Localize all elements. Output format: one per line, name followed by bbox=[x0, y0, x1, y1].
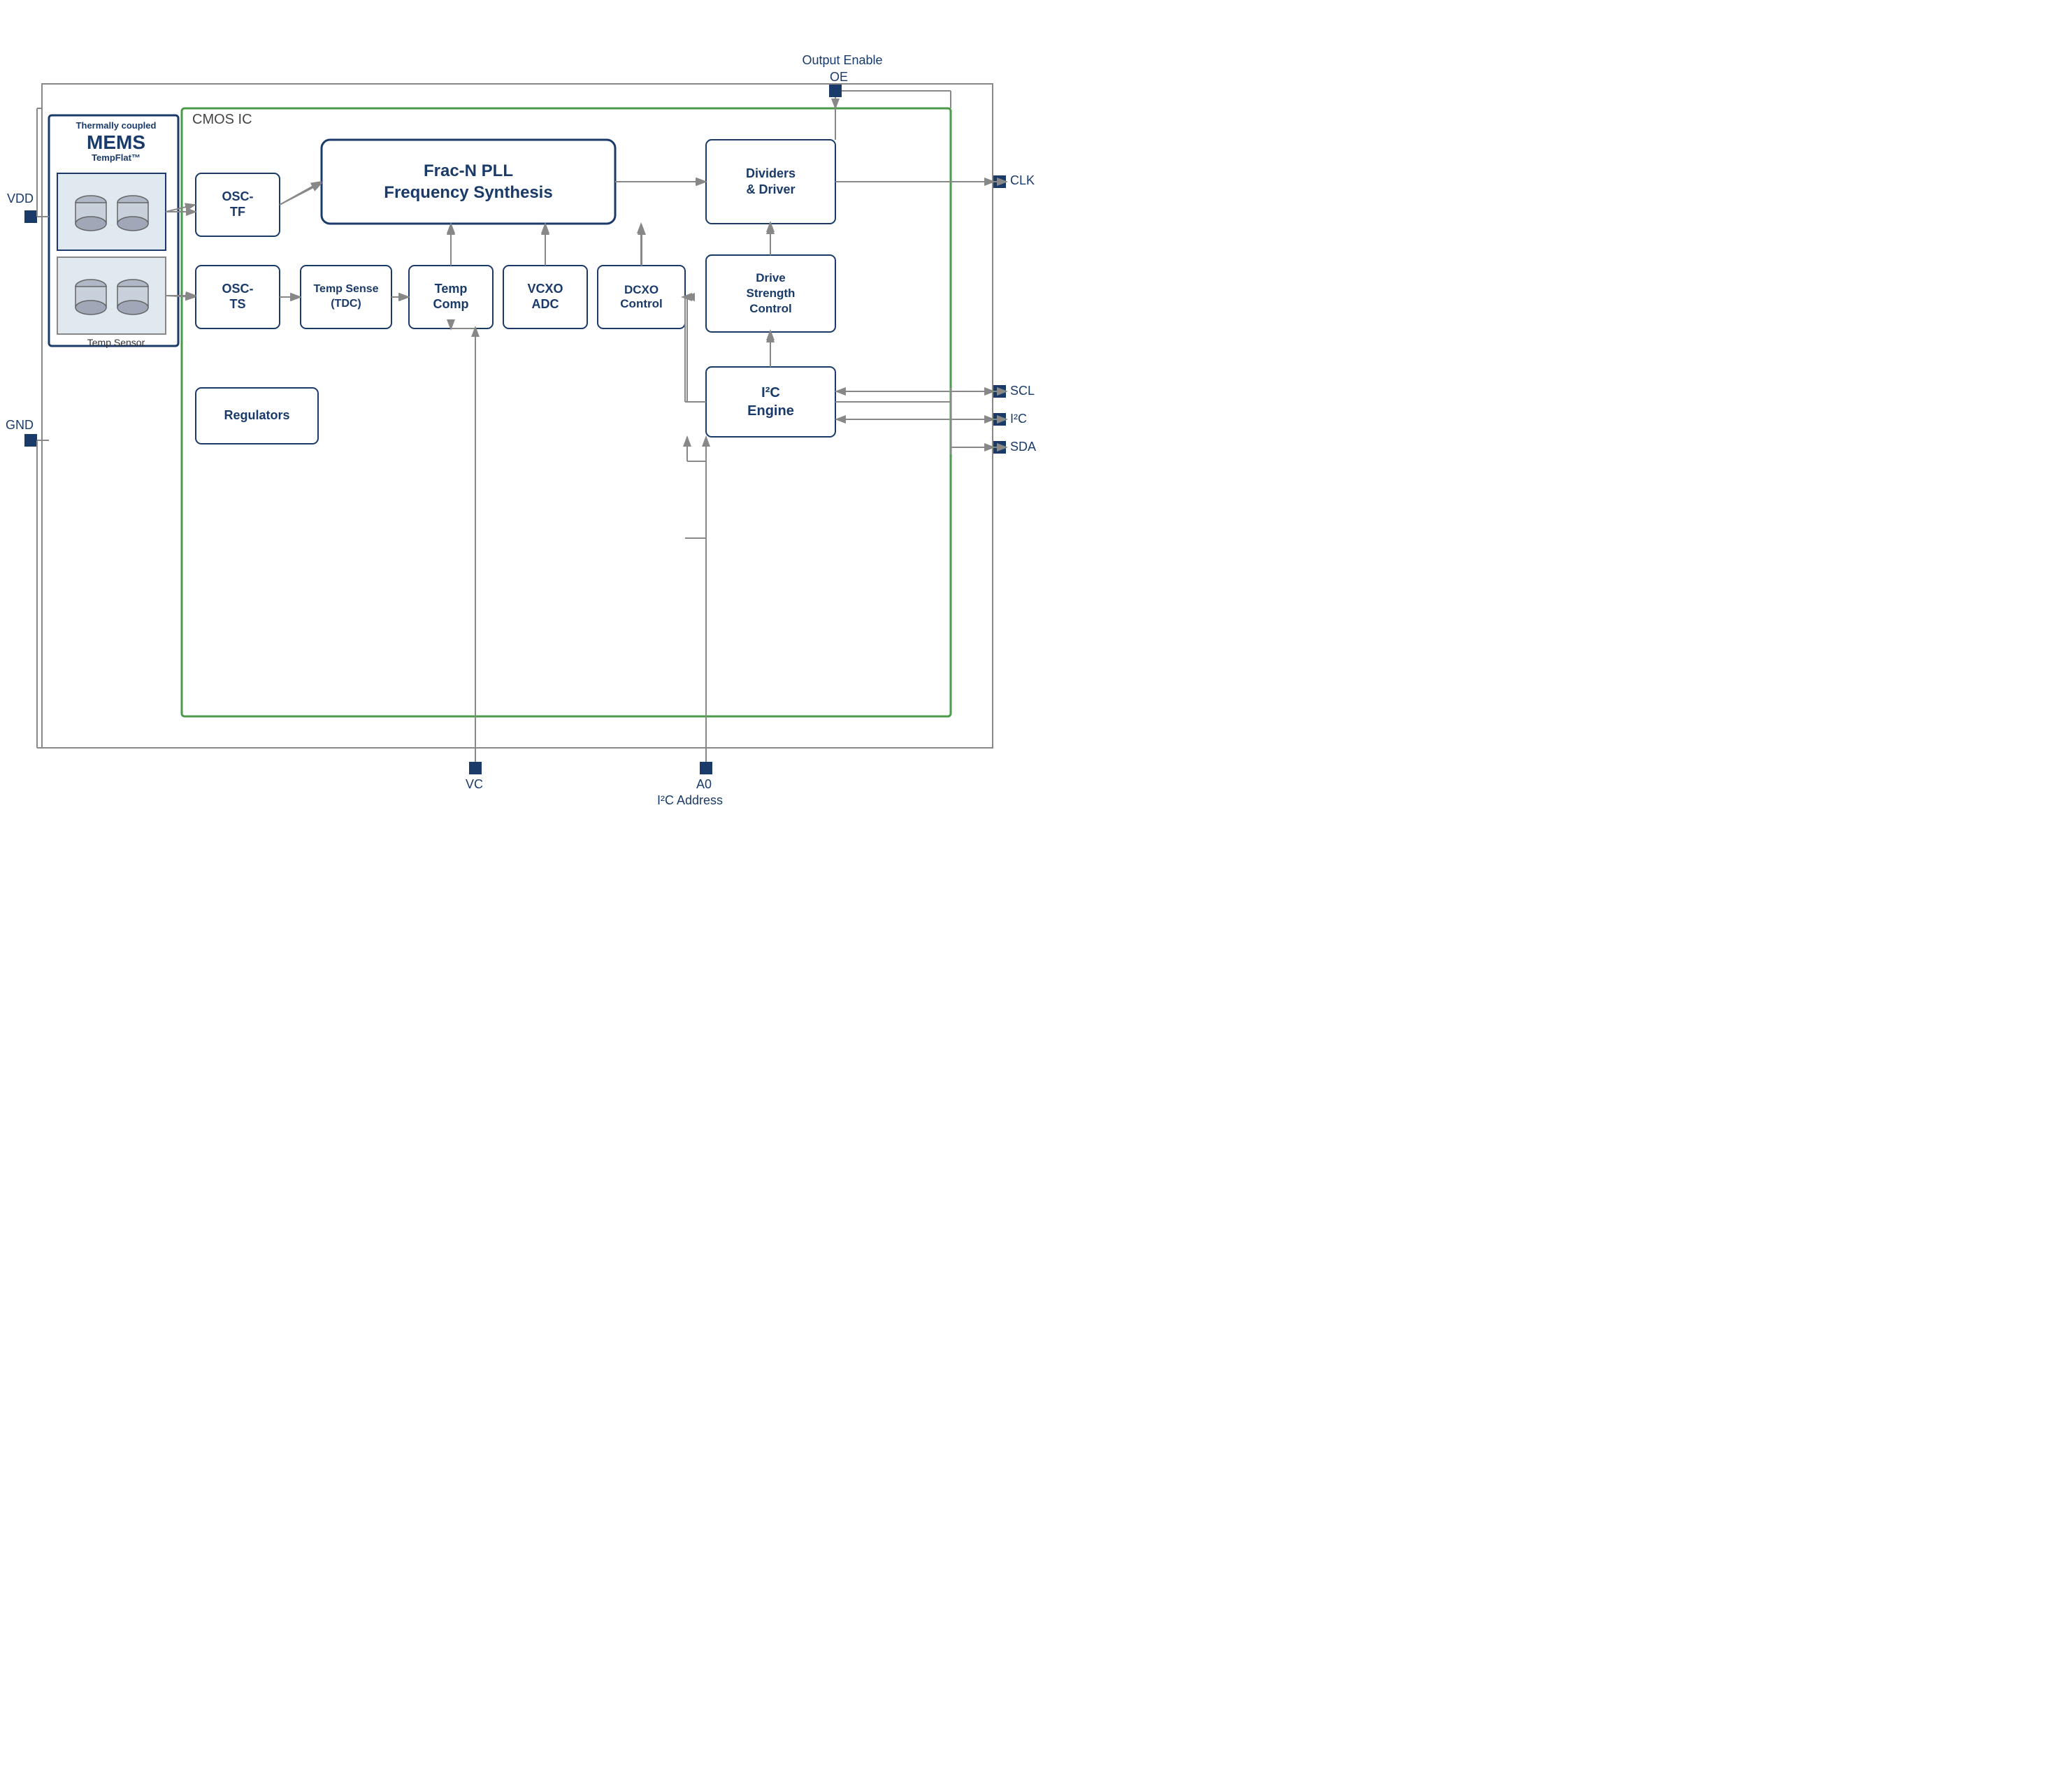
pin-i2c-square bbox=[993, 413, 1006, 426]
pin-oe-square bbox=[829, 85, 842, 97]
pin-gnd-square bbox=[24, 434, 37, 447]
mems-thermally-label: Thermally coupled bbox=[57, 120, 175, 131]
pin-sda-label: SDA bbox=[1010, 440, 1036, 454]
pin-gnd-label: GND bbox=[6, 418, 34, 433]
pin-oe-enable-label: Output Enable bbox=[762, 53, 923, 68]
mems-big-label: MEMS bbox=[57, 131, 175, 154]
block-temp-comp: TempComp bbox=[409, 266, 493, 328]
pin-scl-square bbox=[993, 385, 1006, 398]
pin-i2c-label: I²C bbox=[1010, 412, 1027, 426]
temp-sensor-label: Temp Sensor bbox=[57, 337, 175, 348]
pin-vc-label: VC bbox=[466, 777, 483, 792]
block-osc-ts: OSC-TS bbox=[196, 266, 280, 328]
block-temp-sense: Temp Sense(TDC) bbox=[301, 266, 391, 328]
pin-a0-label: A0 bbox=[696, 777, 712, 792]
resonator-top-icon bbox=[63, 178, 161, 245]
resonator-bottom-icon bbox=[63, 262, 161, 328]
pin-vdd-square bbox=[24, 210, 37, 223]
pin-clk-label: CLK bbox=[1010, 173, 1035, 188]
pin-vdd-label: VDD bbox=[7, 191, 34, 206]
cmos-ic-label: CMOS IC bbox=[192, 112, 252, 128]
pin-scl-label: SCL bbox=[1010, 384, 1035, 398]
block-i2c-engine: I²CEngine bbox=[706, 367, 835, 437]
pin-vc-square bbox=[469, 762, 482, 774]
block-drive-strength: DriveStrengthControl bbox=[706, 255, 835, 332]
diagram-container: Thermally coupled MEMS TempFlat™ Temp Se… bbox=[0, 0, 1036, 889]
block-vcxo-adc: VCXOADC bbox=[503, 266, 587, 328]
block-osc-tf: OSC-TF bbox=[196, 173, 280, 236]
pin-sda-square bbox=[993, 441, 1006, 454]
pin-i2c-address-label: I²C Address bbox=[657, 793, 723, 808]
pin-a0-square bbox=[700, 762, 712, 774]
block-dividers: Dividers& Driver bbox=[706, 140, 835, 224]
block-dcxo-control: DCXOControl bbox=[598, 266, 685, 328]
block-regulators: Regulators bbox=[196, 388, 318, 444]
pin-oe-label: OE bbox=[818, 70, 860, 85]
block-frac-pll: Frac-N PLLFrequency Synthesis bbox=[322, 140, 615, 224]
mems-tempflat-label: TempFlat™ bbox=[57, 152, 175, 163]
pin-clk-square bbox=[993, 175, 1006, 188]
